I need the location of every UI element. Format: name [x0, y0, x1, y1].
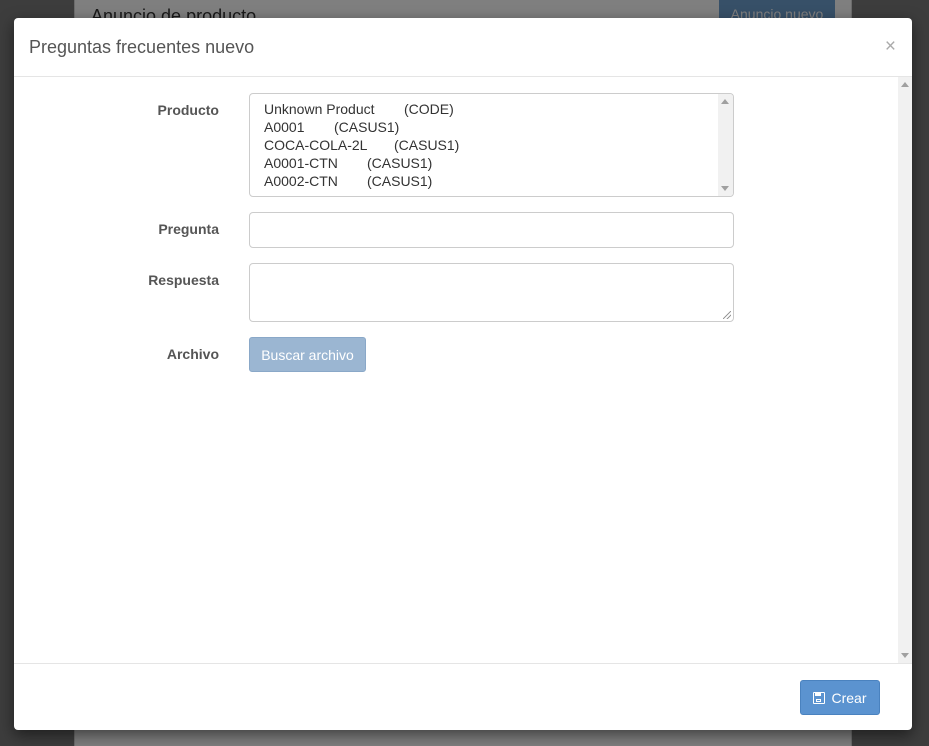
product-select-scrollbar[interactable] — [718, 94, 733, 196]
product-option[interactable]: A0002-CTN (CASUS1) — [264, 172, 459, 190]
product-option-list: Unknown Product (CODE) A0001 (CASUS1) COCA… — [264, 100, 459, 190]
answer-textarea[interactable] — [249, 263, 734, 322]
scroll-up-arrow-icon[interactable] — [901, 82, 909, 87]
file-label: Archivo — [166, 346, 219, 362]
product-option[interactable]: A0001 (CASUS1) — [264, 118, 459, 136]
modal-body: Producto Unknown Product (CODE) A0001 (CAS… — [14, 77, 912, 663]
create-button-label: Crear — [831, 689, 867, 706]
scroll-down-arrow-icon[interactable] — [901, 653, 909, 658]
question-label: Pregunta — [158, 221, 219, 237]
answer-label: Respuesta — [148, 272, 219, 288]
close-icon[interactable]: × — [885, 37, 896, 57]
product-label: Producto — [157, 102, 219, 118]
faq-modal: Preguntas frecuentes nuevo × Producto Un… — [14, 18, 912, 730]
scroll-down-arrow-icon[interactable] — [721, 186, 729, 191]
scroll-up-arrow-icon[interactable] — [721, 99, 729, 104]
question-input[interactable] — [249, 212, 734, 248]
product-option[interactable]: Unknown Product (CODE) — [264, 100, 459, 118]
resize-grip-icon[interactable] — [723, 311, 731, 319]
product-option[interactable]: A0001-CTN (CASUS1) — [264, 154, 459, 172]
product-select[interactable]: Unknown Product (CODE) A0001 (CASUS1) COCA… — [249, 93, 734, 197]
modal-body-scrollbar[interactable] — [898, 77, 912, 663]
create-button[interactable]: Crear — [800, 680, 880, 715]
browse-file-button[interactable]: Buscar archivo — [249, 337, 366, 372]
modal-footer: Crear — [14, 663, 912, 730]
modal-title: Preguntas frecuentes nuevo — [29, 37, 255, 57]
save-icon — [813, 691, 826, 704]
product-option[interactable]: COCA-COLA-2L (CASUS1) — [264, 136, 459, 154]
modal-header: Preguntas frecuentes nuevo × — [14, 18, 912, 77]
